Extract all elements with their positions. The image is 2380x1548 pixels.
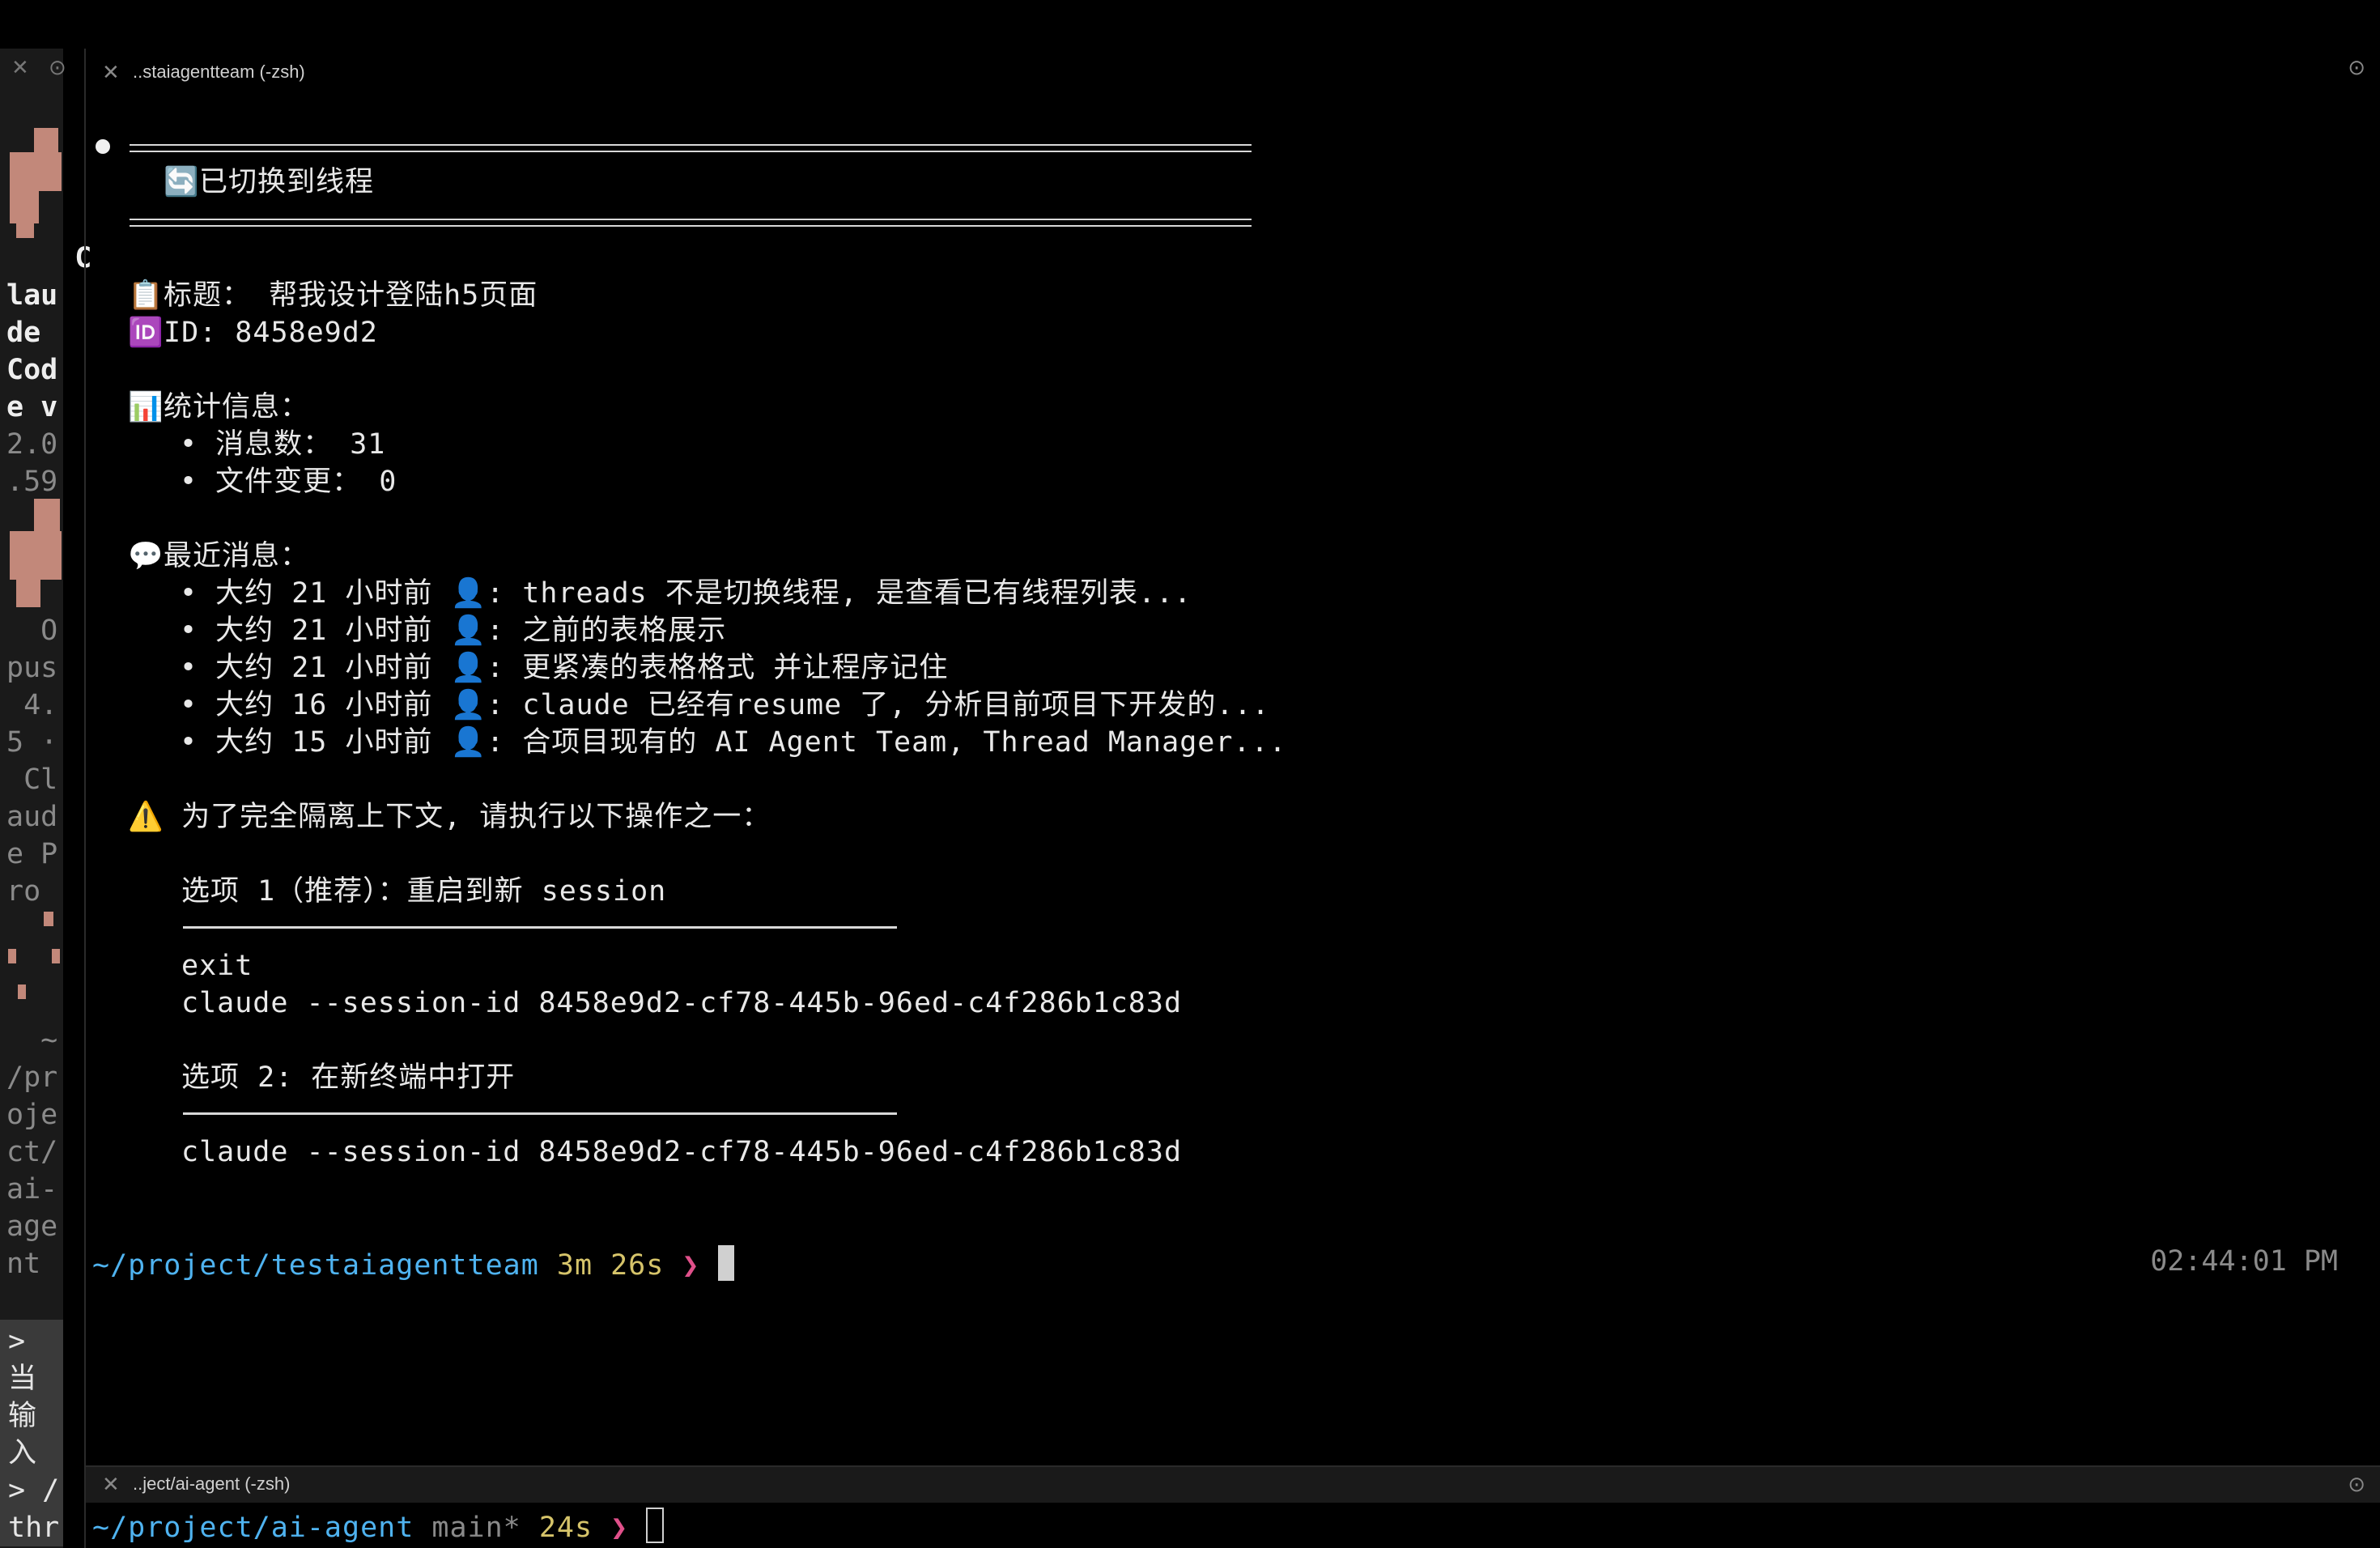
more-icon[interactable]: ⊙	[2348, 1472, 2365, 1497]
close-icon[interactable]: ✕	[102, 1472, 120, 1497]
stat-message-count: • 消息数： 31	[180, 428, 386, 461]
id-badge-icon: 🆔	[128, 317, 164, 348]
recent-message[interactable]: • 大约 21 小时前 👤: 之前的表格展示	[180, 612, 726, 649]
stats-heading: 📊统计信息：	[128, 389, 309, 426]
prompt-duration: 24s	[538, 1512, 593, 1544]
left-input-line: thr	[8, 1512, 60, 1544]
prompt-arrow: ❯	[610, 1512, 629, 1544]
user-silhouette-icon: 👤	[450, 652, 487, 683]
bottom-pane-tab[interactable]: ✕ ..ject/ai-agent (-zsh) ⊙	[86, 1467, 2380, 1503]
option2-title: 选项 2: 在新终端中打开	[181, 1061, 516, 1094]
option1-rule	[183, 926, 897, 929]
warning-icon: ⚠️	[128, 801, 164, 832]
recent-message[interactable]: • 大约 16 小时前 👤: claude 已经有resume 了, 分析目前项…	[180, 687, 1270, 724]
user-silhouette-icon: 👤	[450, 577, 487, 609]
main-prompt[interactable]: ~/project/testaiagentteam 3m 26s ❯	[92, 1245, 734, 1284]
speech-bubble-icon: 💬	[128, 540, 164, 572]
recent-heading: 💬最近消息：	[128, 538, 309, 575]
stat-file-changes: • 文件变更： 0	[180, 466, 397, 498]
prompt-clock: 02:44:01 PM	[2150, 1245, 2338, 1278]
left-input-line: > /	[8, 1474, 60, 1507]
main-terminal-output[interactable]: 🔄已切换到线程 📋标题： 帮我设计登陆h5页面 🆔ID: 8458e9d2 📊统…	[0, 0, 2380, 1467]
thread-id-line: 🆔ID: 8458e9d2	[128, 314, 378, 351]
bar-chart-icon: 📊	[128, 391, 164, 423]
option2-rule	[183, 1112, 897, 1115]
prompt-arrow: ❯	[682, 1249, 700, 1282]
tab-title: ..ject/ai-agent (-zsh)	[133, 1474, 291, 1494]
recent-message[interactable]: • 大约 21 小时前 👤: 更紧凑的表格格式 并让程序记住	[180, 649, 948, 687]
user-silhouette-icon: 👤	[450, 615, 487, 646]
user-silhouette-icon: 👤	[450, 689, 487, 721]
thread-title-line: 📋标题： 帮我设计登陆h5页面	[128, 277, 538, 314]
prompt-path: ~/project/ai-agent	[92, 1512, 414, 1544]
recent-message[interactable]: • 大约 21 小时前 👤: threads 不是切换线程, 是查看已有线程列表…	[180, 575, 1192, 612]
option2-command[interactable]: claude --session-id 8458e9d2-cf78-445b-9…	[181, 1133, 1182, 1171]
isolation-warning: ⚠️ 为了完全隔离上下文, 请执行以下操作之一：	[128, 798, 771, 836]
clipboard-icon: 📋	[128, 279, 164, 311]
header-rule-bottom	[130, 219, 1252, 227]
prompt-duration: 3m 26s	[556, 1249, 665, 1282]
bottom-prompt[interactable]: ~/project/ai-agent main* 24s ❯	[92, 1508, 665, 1546]
output-bullet-dot	[96, 139, 110, 154]
user-silhouette-icon: 👤	[450, 726, 487, 758]
header-rule-top	[130, 144, 1252, 152]
text-cursor	[717, 1245, 734, 1281]
option1-command[interactable]: exit	[181, 947, 253, 985]
prompt-git-branch: main*	[431, 1512, 521, 1544]
switch-header: 🔄已切换到线程	[164, 164, 374, 201]
prompt-path: ~/project/testaiagentteam	[92, 1249, 539, 1282]
option1-title: 选项 1（推荐）：重启到新 session	[181, 875, 667, 908]
switch-arrows-icon: 🔄	[164, 166, 200, 198]
recent-message[interactable]: • 大约 15 小时前 👤: 合项目现有的 AI Agent Team, Thr…	[180, 724, 1287, 761]
text-cursor	[646, 1508, 665, 1543]
option1-command[interactable]: claude --session-id 8458e9d2-cf78-445b-9…	[181, 985, 1182, 1022]
